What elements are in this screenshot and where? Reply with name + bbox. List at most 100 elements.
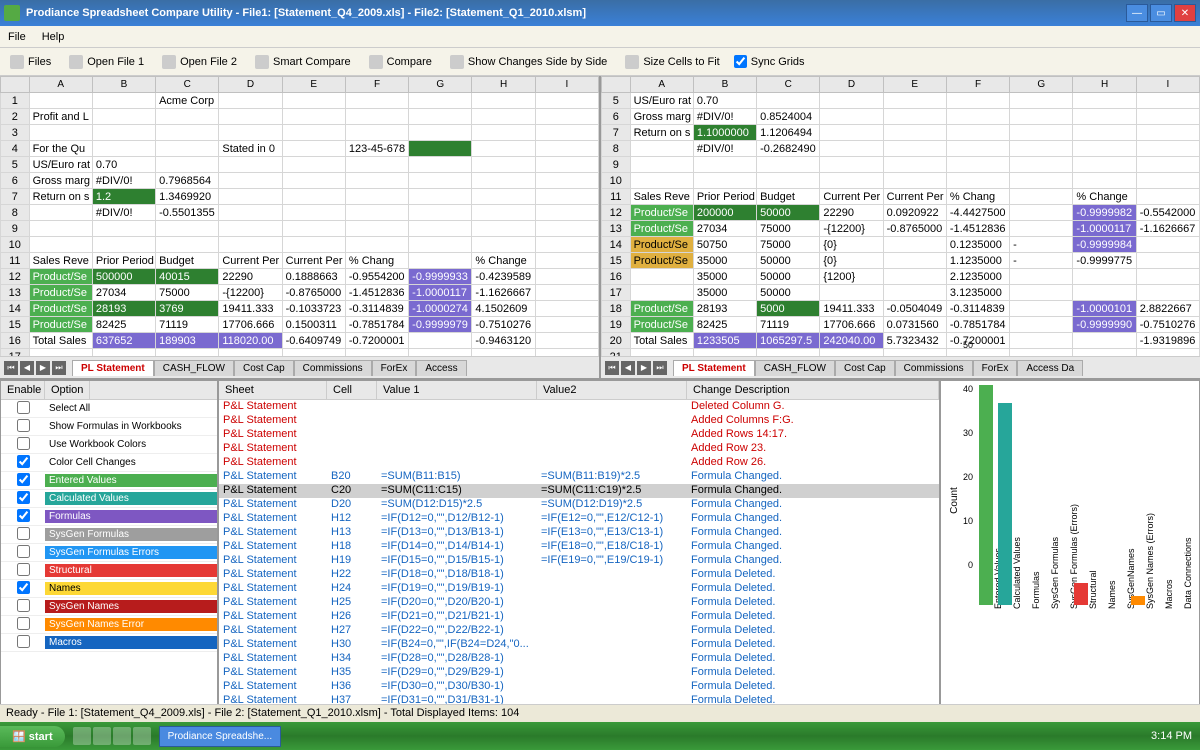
cell[interactable]	[757, 349, 820, 357]
cell[interactable]: % Chang	[345, 253, 408, 269]
option-checkbox[interactable]	[17, 563, 30, 576]
cell[interactable]	[282, 221, 345, 237]
quick-launch-icon[interactable]	[73, 727, 91, 745]
cell[interactable]	[1073, 109, 1136, 125]
cell[interactable]	[946, 141, 1009, 157]
cell[interactable]: -1.0000117	[1073, 221, 1136, 237]
cell[interactable]: Total Sales	[29, 333, 92, 349]
cell[interactable]: 5.7323432	[883, 333, 946, 349]
cell[interactable]: 19411.333	[219, 301, 282, 317]
cell[interactable]	[409, 157, 472, 173]
cell[interactable]: 0.1235000	[946, 237, 1009, 253]
cell[interactable]	[1073, 349, 1136, 357]
cell[interactable]	[1073, 141, 1136, 157]
cell[interactable]: Product/Se	[29, 301, 92, 317]
cell[interactable]: Product/Se	[630, 253, 693, 269]
tab-nav-next[interactable]: ▶	[637, 361, 651, 375]
cell[interactable]: 1065297.5	[757, 333, 820, 349]
option-checkbox[interactable]	[17, 545, 30, 558]
minimize-button[interactable]: —	[1126, 4, 1148, 22]
cell[interactable]	[1010, 93, 1073, 109]
diff-list[interactable]: P&L StatementDeleted Column G.P&L Statem…	[219, 400, 939, 713]
diff-row[interactable]: P&L StatementH27=IF(D22=0,"",D22/B22-1)F…	[219, 624, 939, 638]
cell[interactable]	[535, 141, 598, 157]
sheet-tab[interactable]: Cost Cap	[835, 360, 895, 376]
cell[interactable]	[757, 157, 820, 173]
cell[interactable]	[883, 253, 946, 269]
cell[interactable]	[820, 109, 883, 125]
cell[interactable]: Budget	[156, 253, 219, 269]
cell[interactable]: 22290	[219, 269, 282, 285]
cell[interactable]	[883, 269, 946, 285]
option-checkbox[interactable]	[17, 527, 30, 540]
cell[interactable]: -0.8765000	[282, 285, 345, 301]
option-label[interactable]: Show Formulas in Workbooks	[45, 420, 217, 433]
cell[interactable]: -0.7510276	[472, 317, 535, 333]
cell[interactable]	[1010, 125, 1073, 141]
cell[interactable]	[219, 125, 282, 141]
option-checkbox[interactable]	[17, 455, 30, 468]
option-checkbox[interactable]	[17, 635, 30, 648]
cell[interactable]: Gross marg	[630, 109, 693, 125]
diff-row[interactable]: P&L StatementAdded Rows 14:17.	[219, 428, 939, 442]
cell[interactable]: -0.3114839	[946, 301, 1009, 317]
diff-row[interactable]: P&L StatementC20=SUM(C11:C15)=SUM(C11:C1…	[219, 484, 939, 498]
grid-right[interactable]: ABCDEFGHI5US/Euro rat0.706Gross marg#DIV…	[601, 76, 1200, 356]
cell[interactable]: -1.4512836	[946, 221, 1009, 237]
cell[interactable]: Current Per	[219, 253, 282, 269]
cell[interactable]	[282, 349, 345, 357]
cell[interactable]	[409, 349, 472, 357]
sheet-tab[interactable]: ForEx	[372, 360, 417, 376]
cell[interactable]	[219, 109, 282, 125]
quick-launch-icon[interactable]	[93, 727, 111, 745]
cell[interactable]	[345, 189, 408, 205]
start-button[interactable]: 🪟 start	[0, 726, 65, 747]
option-label[interactable]: Select All	[45, 402, 217, 415]
cell[interactable]: 50000	[757, 269, 820, 285]
cell[interactable]	[409, 221, 472, 237]
cell[interactable]	[820, 285, 883, 301]
cell[interactable]: 0.0920922	[883, 205, 946, 221]
cell[interactable]: -0.7200001	[345, 333, 408, 349]
option-label[interactable]: Use Workbook Colors	[45, 438, 217, 451]
cell[interactable]	[1136, 173, 1199, 189]
cell[interactable]	[29, 221, 92, 237]
tab-nav-last[interactable]: ⏭	[52, 361, 66, 375]
cell[interactable]: Product/Se	[630, 221, 693, 237]
tab-nav-prev[interactable]: ◀	[20, 361, 34, 375]
cell[interactable]	[1136, 253, 1199, 269]
cell[interactable]	[630, 173, 693, 189]
cell[interactable]: -0.8765000	[883, 221, 946, 237]
cell[interactable]	[535, 109, 598, 125]
option-checkbox[interactable]	[17, 437, 30, 450]
cell[interactable]: 17706.666	[219, 317, 282, 333]
cell[interactable]: 123-45-678	[345, 141, 408, 157]
cell[interactable]: 1.3469920	[156, 189, 219, 205]
cell[interactable]: 200000	[693, 205, 756, 221]
sheet-tab[interactable]: CASH_FLOW	[755, 360, 835, 376]
cell[interactable]: Stated in 0	[219, 141, 282, 157]
cell[interactable]	[409, 189, 472, 205]
cell[interactable]: 0.8524004	[757, 109, 820, 125]
cell[interactable]: % Change	[1073, 189, 1136, 205]
cell[interactable]: Budget	[757, 189, 820, 205]
cell[interactable]	[472, 125, 535, 141]
cell[interactable]	[535, 189, 598, 205]
cell[interactable]: -{12200}	[820, 221, 883, 237]
cell[interactable]: 0.70	[92, 157, 155, 173]
cell[interactable]	[472, 221, 535, 237]
cell[interactable]	[1136, 237, 1199, 253]
cell[interactable]: -0.9999984	[1073, 237, 1136, 253]
cell[interactable]	[219, 237, 282, 253]
sheet-tab[interactable]: Cost Cap	[234, 360, 294, 376]
cell[interactable]: Current Per	[883, 189, 946, 205]
sheet-tab[interactable]: PL Statement	[72, 360, 154, 376]
cell[interactable]: 1.2	[92, 189, 155, 205]
toolbar-side-by-side[interactable]: Show Changes Side by Side	[446, 53, 611, 71]
option-checkbox[interactable]	[17, 473, 30, 486]
cell[interactable]	[92, 109, 155, 125]
cell[interactable]	[535, 349, 598, 357]
cell[interactable]	[693, 157, 756, 173]
cell[interactable]	[630, 285, 693, 301]
option-label[interactable]: Names	[45, 582, 217, 595]
